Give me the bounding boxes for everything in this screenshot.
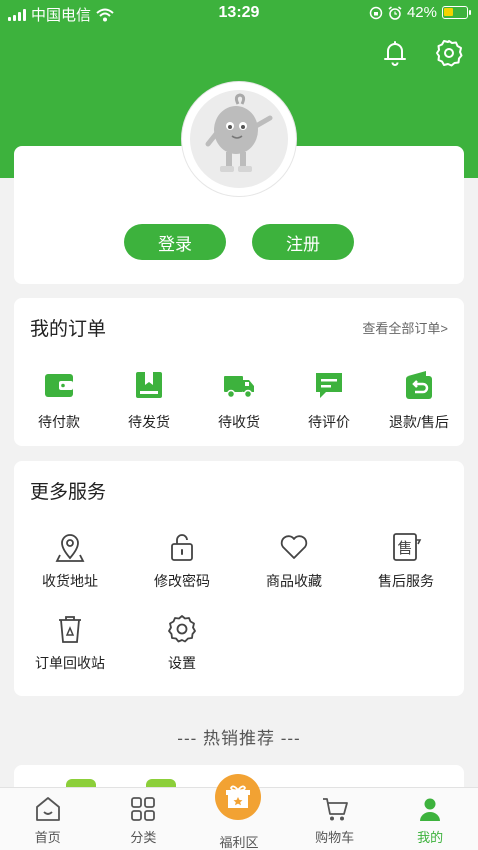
user-icon xyxy=(420,798,441,821)
services-title: 更多服务 xyxy=(30,482,107,503)
service-label: 收货地址 xyxy=(42,573,98,589)
service-label: 售后服务 xyxy=(378,573,434,589)
svg-text:售: 售 xyxy=(397,539,412,557)
services-grid: 收货地址 修改密码 商品收藏 售 售后服务 订单回收站 设置 xyxy=(14,531,464,673)
header-actions xyxy=(380,38,464,68)
tab-welfare[interactable]: 福利区 xyxy=(191,774,287,850)
tab-label: 购物车 xyxy=(315,830,355,845)
services-header: 更多服务 xyxy=(30,477,448,504)
gear-icon xyxy=(168,615,196,643)
refund-icon xyxy=(406,371,432,399)
avatar-placeholder xyxy=(190,90,288,188)
cart-icon xyxy=(322,798,348,821)
tab-mine[interactable]: 我的 xyxy=(382,788,478,850)
auth-buttons: 登录 注册 xyxy=(14,224,464,260)
heart-icon xyxy=(280,535,308,559)
gift-bubble xyxy=(215,774,262,820)
services-card: 更多服务 收货地址 修改密码 商品收藏 售 售后服务 订单回收站 设置 xyxy=(14,461,464,696)
battery-icon xyxy=(442,6,471,19)
mascot-icon xyxy=(205,93,273,172)
avatar[interactable] xyxy=(182,82,296,196)
alarm-icon xyxy=(388,5,402,20)
order-item-label: 待发货 xyxy=(128,414,170,430)
tab-category[interactable]: 分类 xyxy=(96,788,192,850)
tab-label: 福利区 xyxy=(219,835,259,850)
recycle-bin-icon xyxy=(59,616,81,643)
service-shipping-address[interactable]: 收货地址 xyxy=(14,531,126,591)
order-pending-shipment[interactable]: 待发货 xyxy=(104,368,194,432)
wallet-icon xyxy=(45,374,73,397)
tab-home[interactable]: 首页 xyxy=(0,788,96,850)
service-after-sale[interactable]: 售 售后服务 xyxy=(350,531,462,591)
package-icon xyxy=(136,372,162,398)
bell-icon[interactable] xyxy=(380,38,410,68)
recommend-title: --- 热销推荐 --- xyxy=(177,729,301,748)
battery-percent: 42% xyxy=(406,4,437,21)
register-button[interactable]: 注册 xyxy=(252,224,354,260)
order-pending-review[interactable]: 待评价 xyxy=(284,368,374,432)
order-item-label: 待付款 xyxy=(38,414,80,430)
status-right: 42% xyxy=(369,4,471,21)
status-bar: 中国电信 13:29 42% xyxy=(0,0,478,26)
order-item-label: 待收货 xyxy=(218,414,260,430)
orders-title: 我的订单 xyxy=(30,319,107,340)
after-sale-icon: 售 xyxy=(393,533,422,561)
view-all-orders-link[interactable]: 查看全部订单> xyxy=(362,318,448,337)
settings-gear-icon[interactable] xyxy=(434,38,464,68)
service-settings[interactable]: 设置 xyxy=(126,613,238,673)
orders-header: 我的订单 查看全部订单> xyxy=(30,314,448,341)
comment-icon xyxy=(316,373,342,398)
service-label: 设置 xyxy=(168,655,196,671)
gift-icon xyxy=(226,785,251,808)
bottom-tab-bar: 首页 分类 福利区 购物车 我的 xyxy=(0,774,478,850)
tab-cart[interactable]: 购物车 xyxy=(287,788,383,850)
order-refund-after-sale[interactable]: 退款/售后 xyxy=(374,368,464,432)
battery-fill xyxy=(444,8,453,16)
tab-label: 分类 xyxy=(130,830,157,845)
order-item-label: 待评价 xyxy=(308,414,350,430)
order-item-label: 退款/售后 xyxy=(389,414,449,430)
category-icon xyxy=(131,797,156,821)
home-icon xyxy=(35,797,60,821)
order-pending-receipt[interactable]: 待收货 xyxy=(194,368,284,432)
service-order-recycle-bin[interactable]: 订单回收站 xyxy=(14,613,126,673)
service-change-password[interactable]: 修改密码 xyxy=(126,531,238,591)
lock-icon xyxy=(171,534,193,561)
service-favorites[interactable]: 商品收藏 xyxy=(238,531,350,591)
order-status-row: 待付款 待发货 待收货 待评价 退款/售后 xyxy=(14,368,464,432)
order-pending-payment[interactable]: 待付款 xyxy=(14,368,104,432)
service-label: 修改密码 xyxy=(154,573,210,589)
login-button[interactable]: 登录 xyxy=(124,224,226,260)
orders-card: 我的订单 查看全部订单> 待付款 待发货 待收货 待评价 退款/售后 xyxy=(14,298,464,446)
location-icon xyxy=(55,534,85,562)
service-label: 订单回收站 xyxy=(35,655,105,671)
tab-label: 我的 xyxy=(417,830,444,845)
tab-label: 首页 xyxy=(34,830,61,845)
service-label: 商品收藏 xyxy=(266,573,322,589)
truck-icon xyxy=(224,376,254,399)
orientation-lock-icon xyxy=(369,6,383,19)
